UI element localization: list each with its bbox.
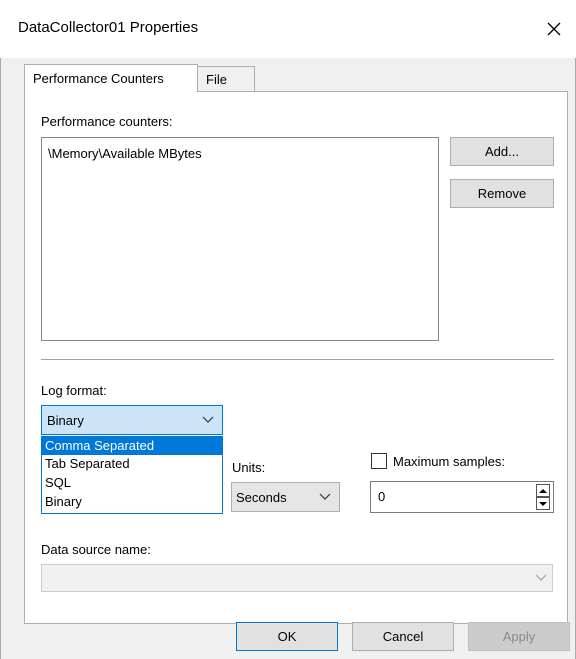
apply-button[interactable]: Apply <box>468 622 570 651</box>
dialog-title: DataCollector01 Properties <box>18 19 199 36</box>
maximum-samples-value: 0 <box>378 489 386 504</box>
spin-down-button[interactable] <box>536 497 550 510</box>
log-format-dropdown-list: Comma Separated Tab Separated SQL Binary <box>41 436 223 514</box>
close-button[interactable] <box>538 14 570 44</box>
data-source-name-select[interactable] <box>41 564 553 592</box>
maximum-samples-checkbox[interactable] <box>371 453 387 469</box>
divider <box>41 359 554 360</box>
spin-up-button[interactable] <box>536 484 550 497</box>
option-binary[interactable]: Binary <box>42 493 222 511</box>
option-sql[interactable]: SQL <box>42 474 222 492</box>
performance-counters-list[interactable] <box>41 137 439 341</box>
units-value: Seconds <box>236 490 287 505</box>
chevron-down-icon <box>535 574 547 581</box>
triangle-up-icon <box>539 488 547 493</box>
performance-counters-label: Performance counters: <box>41 114 173 129</box>
data-source-name-label: Data source name: <box>41 542 151 557</box>
add-button[interactable]: Add... <box>450 137 554 166</box>
list-item[interactable]: \Memory\Available MBytes <box>48 146 202 161</box>
triangle-down-icon <box>539 501 547 506</box>
option-tab-separated[interactable]: Tab Separated <box>42 455 222 473</box>
log-format-value: Binary <box>47 413 84 428</box>
chevron-down-icon <box>319 493 331 500</box>
close-icon <box>547 22 561 36</box>
option-comma-separated[interactable]: Comma Separated <box>42 437 222 455</box>
remove-button[interactable]: Remove <box>450 179 554 208</box>
log-format-label: Log format: <box>41 383 107 398</box>
ok-button[interactable]: OK <box>236 622 338 651</box>
maximum-samples-label: Maximum samples: <box>393 454 505 469</box>
maximum-samples-input[interactable] <box>370 481 554 513</box>
chevron-down-icon <box>202 416 214 423</box>
units-label: Units: <box>232 460 266 475</box>
tab-file[interactable]: File <box>197 66 255 92</box>
tab-performance-counters[interactable]: Performance Counters <box>24 64 198 92</box>
cancel-button[interactable]: Cancel <box>352 622 454 651</box>
